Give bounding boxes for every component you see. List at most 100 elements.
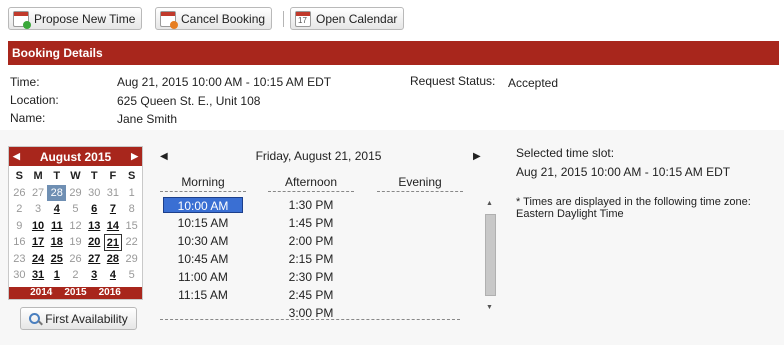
morning-column-header: Morning [160, 175, 246, 192]
calendar-day[interactable]: 6 [85, 201, 104, 218]
calendar-day: 9 [16, 219, 23, 232]
calendar-day: 8 [128, 203, 135, 215]
cancel-booking-button[interactable]: Cancel Booking [155, 7, 273, 30]
selected-slot-label: Selected time slot: [516, 146, 615, 160]
time-slot[interactable]: 10:15 AM [163, 215, 243, 231]
calendar-day: 27 [31, 186, 45, 199]
time-slot[interactable]: 11:00 AM [163, 269, 243, 285]
weekday-header: S [127, 170, 136, 182]
calendar-years: 2014 2015 2016 [9, 287, 142, 299]
calendar-day: 30 [13, 269, 26, 281]
calendar-day[interactable]: 7 [104, 201, 123, 218]
time-slot[interactable]: 2:00 PM [271, 233, 351, 249]
calendar-day[interactable]: 31 [29, 267, 48, 284]
time-value: Aug 21, 2015 10:00 AM - 10:15 AM EDT [117, 75, 332, 89]
year-2016[interactable]: 2016 [99, 287, 121, 299]
year-2014[interactable]: 2014 [30, 287, 52, 299]
calendar-day: 26 [69, 252, 82, 265]
day-title: Friday, August 21, 2015 [255, 149, 382, 163]
calendar-day[interactable]: 25 [47, 251, 66, 268]
time-slot[interactable]: 2:30 PM [271, 269, 351, 285]
calendar-day: 31 [106, 186, 120, 199]
time-slots: 10:00 AM 10:15 AM 10:30 AM 10:45 AM 11:00 AM… [160, 197, 460, 318]
time-slot[interactable]: 2:15 PM [271, 251, 351, 267]
selected-slot-value: Aug 21, 2015 10:00 AM - 10:15 AM EDT [516, 165, 731, 179]
scroll-up-icon[interactable]: ▲ [486, 200, 493, 207]
magnifier-icon [29, 313, 41, 324]
slots-scrollbar[interactable]: ▲ ▼ [484, 200, 497, 316]
calendar-day: 15 [125, 219, 138, 232]
request-status-label: Request Status: [410, 74, 496, 88]
cancel-booking-label: Cancel Booking [181, 11, 266, 26]
first-availability-label: First Availability [45, 311, 128, 326]
toolbar: Propose New Time Cancel Booking Open Cal… [0, 0, 784, 38]
location-label: Location: [10, 93, 59, 107]
time-slot[interactable]: 1:45 PM [271, 215, 351, 231]
time-slot-selected[interactable]: 10:00 AM [163, 197, 243, 213]
calendar-icon [295, 10, 311, 27]
calendar-day: 3 [35, 203, 42, 215]
request-status-value: Accepted [508, 76, 559, 90]
calendar-day[interactable]: 10 [29, 218, 48, 235]
scrollbar-thumb[interactable] [485, 214, 496, 296]
timezone-note: * Times are displayed in the following t… [516, 196, 751, 208]
calendar-add-icon [13, 10, 31, 29]
slots-divider [160, 319, 460, 320]
propose-new-time-button[interactable]: Propose New Time [8, 7, 143, 30]
calendar-day[interactable]: 27 [85, 251, 104, 268]
name-value: Jane Smith [117, 112, 178, 126]
open-calendar-button[interactable]: Open Calendar [290, 7, 405, 30]
calendar-day[interactable]: 4 [104, 267, 123, 284]
calendar-header: ◀ August 2015 ▶ [9, 147, 142, 166]
calendar-day[interactable]: 11 [47, 218, 66, 235]
calendar-day[interactable]: 18 [47, 234, 66, 251]
time-slot[interactable]: 1:30 PM [271, 197, 351, 213]
calendar-day[interactable]: 24 [29, 251, 48, 268]
calendar-day: 2 [72, 269, 79, 281]
calendar-day[interactable]: 4 [47, 201, 66, 218]
calendar-day[interactable]: 3 [85, 267, 104, 284]
toolbar-separator [283, 11, 284, 27]
calendar-day[interactable]: 20 [85, 234, 104, 251]
evening-column-header: Evening [377, 175, 463, 192]
time-slot[interactable]: 2:45 PM [271, 287, 351, 303]
calendar-day: 29 [125, 252, 138, 265]
calendar-day: 2 [16, 203, 23, 215]
calendar-day: 12 [69, 219, 82, 232]
calendar-day[interactable]: 28 [104, 251, 123, 268]
calendar-day[interactable]: 14 [104, 218, 123, 235]
propose-new-time-label: Propose New Time [34, 11, 136, 26]
time-slot[interactable]: 10:30 AM [163, 233, 243, 249]
weekday-header: F [109, 170, 117, 182]
booking-details-header: Booking Details [8, 41, 779, 65]
calendar-day: 30 [88, 186, 101, 199]
afternoon-column-header: Afternoon [268, 175, 354, 192]
weekday-header: M [33, 170, 43, 182]
prev-month-icon[interactable]: ◀ [13, 151, 20, 162]
first-availability-button[interactable]: First Availability [20, 307, 137, 330]
time-slot[interactable]: 11:15 AM [163, 287, 243, 303]
calendar-day: 26 [13, 186, 26, 199]
weekday-header: T [90, 170, 98, 182]
weekday-header: T [53, 170, 61, 182]
location-value: 625 Queen St. E., Unit 108 [117, 94, 261, 108]
calendar-cancel-icon [160, 10, 178, 29]
time-slot[interactable]: 3:00 PM [271, 305, 351, 318]
next-day-icon[interactable]: ▶ [473, 151, 481, 162]
weekday-header: S [15, 170, 24, 182]
year-2015[interactable]: 2015 [64, 287, 86, 299]
calendar-day-selected[interactable]: 21 [103, 234, 123, 251]
time-slot[interactable]: 10:45 AM [163, 251, 243, 267]
calendar-day[interactable]: 17 [29, 234, 48, 251]
calendar-grid: S M T W T F S 26 27 28 29 30 31 1 2 3 4 5 6 7 8 9 10 11 12 13 14 15… [9, 166, 142, 284]
scheduler-area: ◀ August 2015 ▶ S M T W T F S 26 27 28 29 30 31 1 2 3 4 5… [0, 130, 784, 345]
calendar-day[interactable]: 13 [85, 218, 104, 235]
calendar-day: 22 [125, 236, 138, 248]
scroll-down-icon[interactable]: ▼ [486, 304, 493, 311]
calendar-day: 19 [69, 236, 82, 248]
booking-details: Time: Aug 21, 2015 10:00 AM - 10:15 AM E… [0, 66, 784, 130]
next-month-icon[interactable]: ▶ [131, 151, 138, 162]
name-label: Name: [10, 111, 46, 125]
calendar-day: 23 [13, 252, 26, 265]
calendar-day[interactable]: 1 [47, 267, 66, 284]
